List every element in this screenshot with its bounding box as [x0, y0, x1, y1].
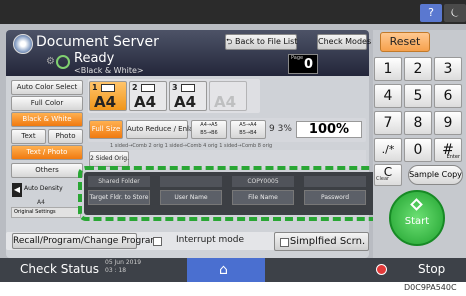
tray-2-button[interactable]: 2 A4	[129, 81, 167, 111]
tray-icon	[141, 84, 155, 92]
back-to-file-list-button[interactable]: ⮌ Back to File List	[225, 34, 297, 50]
document-server-icon	[13, 34, 33, 54]
auto-color-select-button[interactable]: Auto Color Select	[11, 80, 83, 95]
ready-status-icon	[56, 55, 70, 69]
status-text: Ready	[74, 51, 115, 66]
key-6[interactable]: 6	[434, 84, 462, 108]
tray-3-button[interactable]: 3 A4	[169, 81, 207, 111]
full-color-button[interactable]: Full Color	[11, 96, 83, 111]
energy-saver-button[interactable]: ⏾	[444, 4, 466, 22]
clear-key[interactable]: C	[374, 164, 402, 186]
auto-density-label: Auto Density	[24, 185, 63, 192]
density-left-arrow-icon[interactable]: ◀	[12, 183, 22, 197]
combine-options-label: 1 sided→Comb 2 orig 1 sided→Comb 4 orig …	[110, 143, 273, 149]
time-text: 03 : 18	[105, 267, 127, 274]
key-3[interactable]: 3	[434, 57, 462, 81]
a5-to-a4-button[interactable]: A5→A4 B5→B4	[230, 120, 266, 139]
black-white-button[interactable]: Black & White	[11, 112, 83, 127]
tray-icon	[181, 84, 195, 92]
check-modes-button[interactable]: Check Modes	[317, 34, 371, 50]
2-sided-orig-button[interactable]: 2 Sided Orig.	[89, 151, 129, 167]
ratio-display[interactable]: 100%	[296, 121, 362, 138]
others-button[interactable]: Others	[11, 163, 83, 178]
page-counter-value: 0	[304, 57, 314, 72]
top-strip	[0, 0, 466, 24]
file-name-button[interactable]: File Name	[232, 190, 294, 205]
status-subtext: <Black & White>	[74, 66, 144, 75]
key-4[interactable]: 4	[374, 84, 402, 108]
help-button[interactable]: ?	[420, 4, 442, 22]
check-status-button[interactable]: Check Status	[20, 262, 99, 276]
reset-button[interactable]: Reset	[380, 32, 430, 52]
interrupt-mode-label: Interrupt mode	[176, 235, 244, 245]
recall-program-button[interactable]: Recall/Program/Change Program	[12, 233, 159, 249]
target-folder-button[interactable]: Target Fldr. to Store	[88, 190, 150, 205]
key-9[interactable]: 9	[434, 111, 462, 135]
password-button[interactable]: Password	[304, 190, 366, 205]
photo-button[interactable]: Photo	[48, 129, 83, 144]
text-photo-button[interactable]: Text / Photo	[11, 145, 83, 160]
key-5[interactable]: 5	[404, 84, 432, 108]
file-name-value: COPY0005	[232, 176, 294, 187]
key-0[interactable]: 0	[404, 138, 432, 162]
home-icon: ⌂	[219, 262, 228, 278]
key-7[interactable]: 7	[374, 111, 402, 135]
simplified-checkbox[interactable]	[280, 238, 289, 247]
original-size-label: A4	[37, 199, 45, 206]
tray-paper-size: A4	[174, 93, 197, 111]
key-hash-enter[interactable]: # Enter	[434, 138, 462, 162]
key-8[interactable]: 8	[404, 111, 432, 135]
tray-paper-size: A4	[214, 93, 237, 111]
back-to-file-list-label: Back to File List	[234, 37, 298, 46]
stop-icon	[376, 264, 387, 275]
key-1[interactable]: 1	[374, 57, 402, 81]
text-button[interactable]: Text	[11, 129, 46, 144]
interrupt-checkbox[interactable]	[153, 237, 162, 246]
shared-folder-label: Shared Folder	[88, 176, 150, 187]
tray-number: 3	[172, 83, 178, 92]
user-name-value	[160, 176, 222, 187]
page-counter-label: Page	[291, 55, 304, 61]
gear-icon: ⚙	[46, 56, 55, 67]
tray-paper-size: A4	[94, 93, 117, 111]
password-value	[304, 176, 366, 187]
key-star[interactable]: ./*	[374, 138, 402, 162]
date-text: 05 Jun 2019	[105, 259, 142, 266]
simplified-screen-label: Simplfied Scrn.	[289, 236, 366, 247]
start-label: Start	[404, 216, 430, 227]
original-settings-button[interactable]: Original Settings	[11, 207, 81, 218]
a4-to-a5-button[interactable]: A4→A5 B5→B6	[191, 120, 227, 139]
key-2[interactable]: 2	[404, 57, 432, 81]
clear-label: Clear	[376, 176, 390, 182]
sample-copy-button[interactable]: Sample Copy	[408, 165, 463, 185]
tray-number: 2	[132, 83, 138, 92]
full-size-button[interactable]: Full Size	[89, 120, 123, 139]
app-title: Document Server	[36, 34, 159, 50]
auto-reduce-enlarge-button[interactable]: Auto Reduce / Enlarge	[126, 120, 205, 139]
stop-label: Stop	[418, 262, 446, 276]
tray-icon	[101, 84, 115, 92]
bypass-tray-button[interactable]: A4	[209, 81, 247, 111]
user-name-button[interactable]: User Name	[160, 190, 222, 205]
back-arrow-icon: ⮌	[226, 37, 235, 46]
tray-number: 1	[92, 83, 98, 92]
tray-paper-size: A4	[134, 93, 157, 111]
figure-caption: D0C9PA540C	[404, 283, 457, 292]
tray-1-button[interactable]: 1 A4	[89, 81, 127, 111]
ratio-93-button[interactable]: 9 3%	[269, 124, 292, 134]
